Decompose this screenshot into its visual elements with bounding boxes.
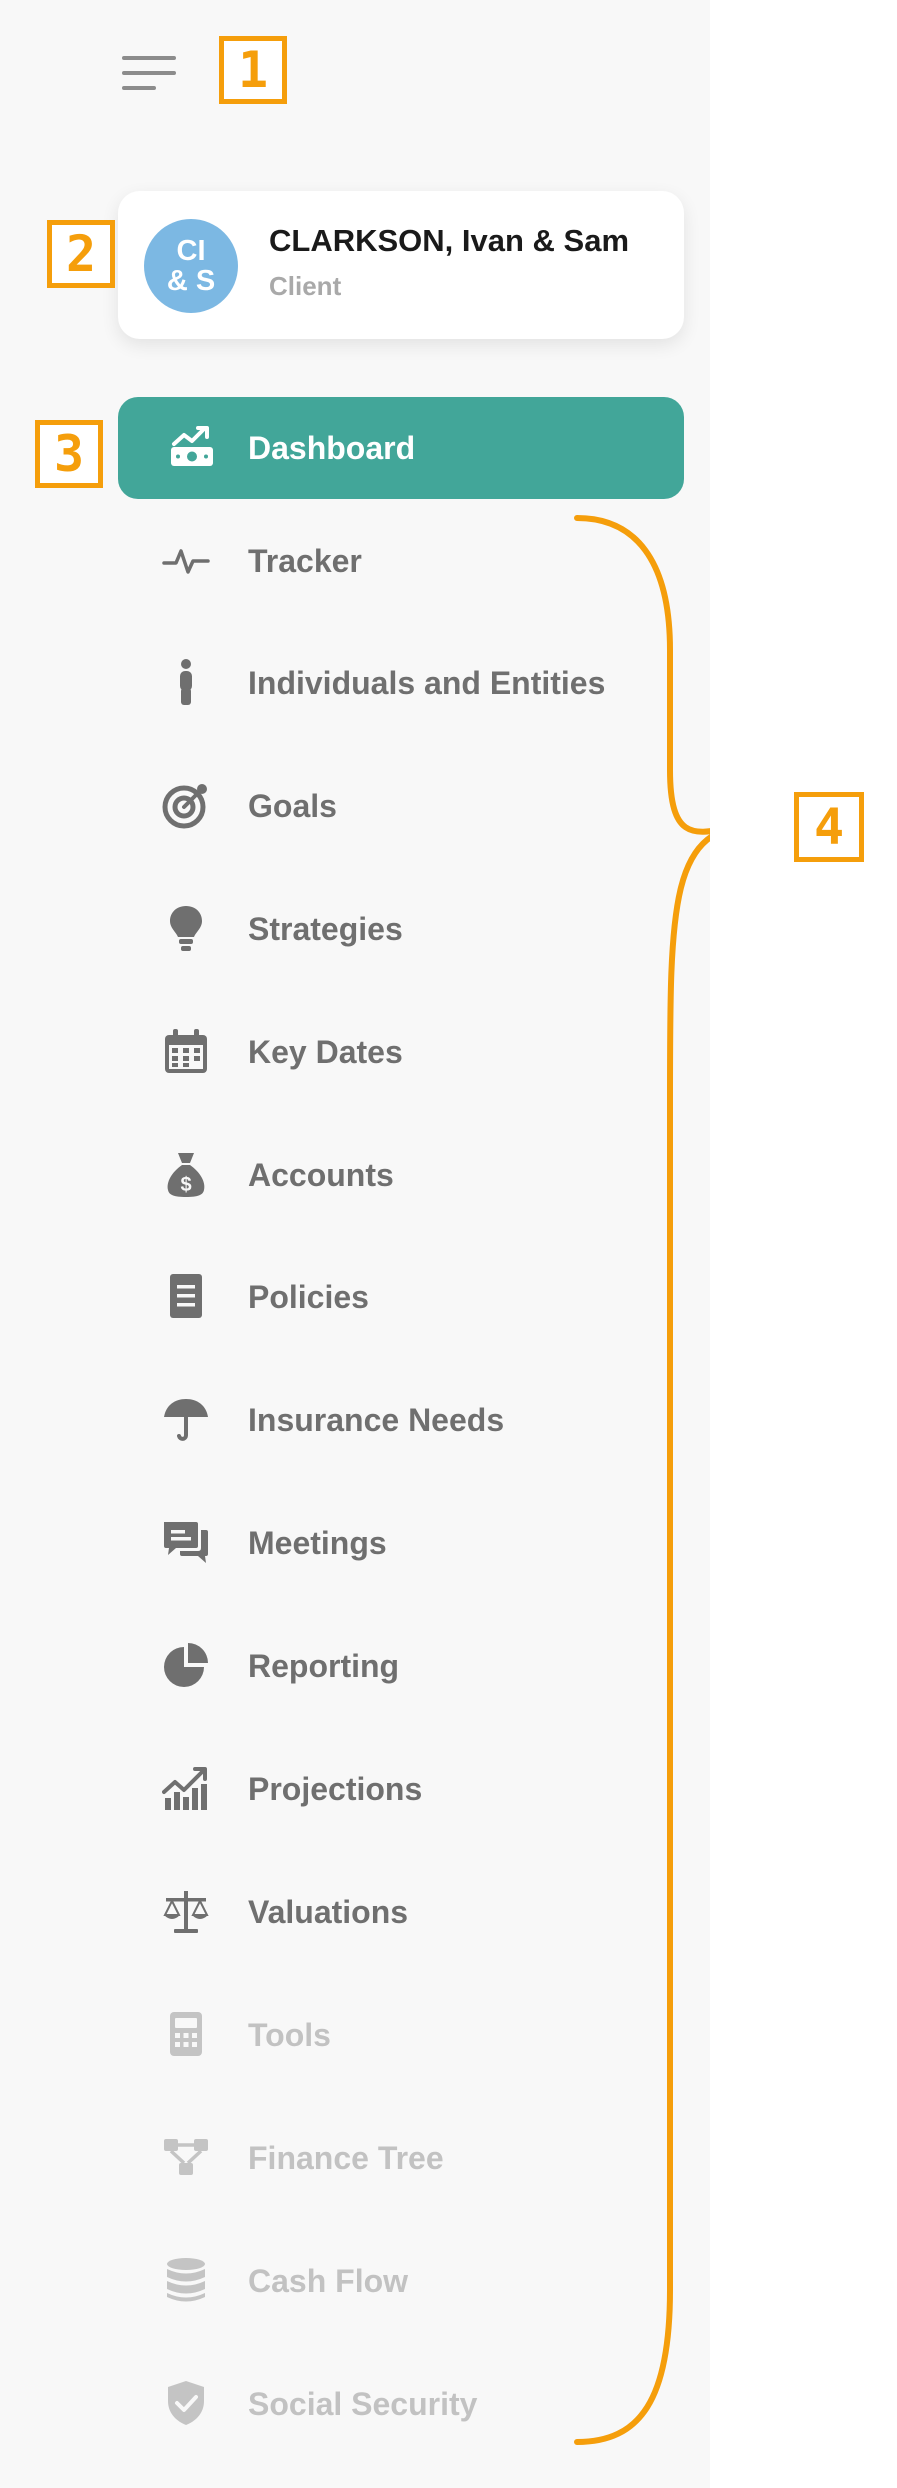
document-icon (162, 1272, 210, 1320)
callout-2: 2 (47, 220, 115, 288)
nav-label: Goals (248, 788, 337, 824)
client-name: CLARKSON, Ivan & Sam (269, 223, 630, 258)
nav-label: Tools (248, 2017, 331, 2053)
money-bag-icon: $ (162, 1150, 210, 1198)
nav-label: Key Dates (248, 1034, 403, 1070)
growth-chart-icon (162, 1764, 210, 1812)
nav-label: Individuals and Entities (248, 665, 606, 701)
umbrella-icon (162, 1395, 210, 1443)
nav-label: Strategies (248, 911, 403, 947)
client-role: Client (269, 271, 342, 301)
nav-label-dashboard: Dashboard (248, 430, 416, 466)
nav-label: Accounts (248, 1157, 394, 1193)
avatar: CI & S (144, 219, 238, 313)
nav-label: Meetings (248, 1525, 387, 1561)
callout-4: 4 (794, 792, 864, 862)
activity-icon (162, 536, 210, 584)
client-card[interactable]: CI & S CLARKSON, Ivan & Sam Client (118, 191, 684, 339)
person-icon (162, 658, 210, 706)
nav-label: Social Security (248, 2386, 478, 2422)
chat-icon (162, 1518, 210, 1566)
nav-label: Policies (248, 1279, 369, 1315)
nav-label: Tracker (248, 543, 362, 579)
avatar-initials-line1: CI (176, 235, 206, 267)
calendar-icon (162, 1027, 210, 1075)
target-icon (162, 781, 210, 829)
shield-icon (162, 2379, 210, 2427)
database-icon (162, 2256, 210, 2304)
tree-nodes-icon (162, 2133, 210, 2181)
nav-label: Cash Flow (248, 2263, 409, 2299)
pie-chart-icon (162, 1641, 210, 1689)
scale-icon (162, 1887, 210, 1935)
nav-label: Finance Tree (248, 2140, 444, 2176)
calculator-icon (162, 2010, 210, 2058)
lightbulb-icon (162, 904, 210, 952)
nav-label: Insurance Needs (248, 1402, 505, 1438)
callout-1: 1 (219, 36, 287, 104)
nav-label: Reporting (248, 1648, 400, 1684)
dashboard-icon (168, 422, 216, 470)
avatar-initials-line2: & S (166, 265, 216, 297)
callout-3: 3 (35, 420, 103, 488)
nav-item-dashboard[interactable]: Dashboard (118, 397, 684, 499)
nav-label: Valuations (248, 1894, 409, 1930)
annotation-brace (574, 515, 710, 2445)
svg-text:$: $ (180, 1174, 191, 1196)
hamburger-menu-icon[interactable] (122, 54, 176, 94)
nav-label: Projections (248, 1771, 423, 1807)
